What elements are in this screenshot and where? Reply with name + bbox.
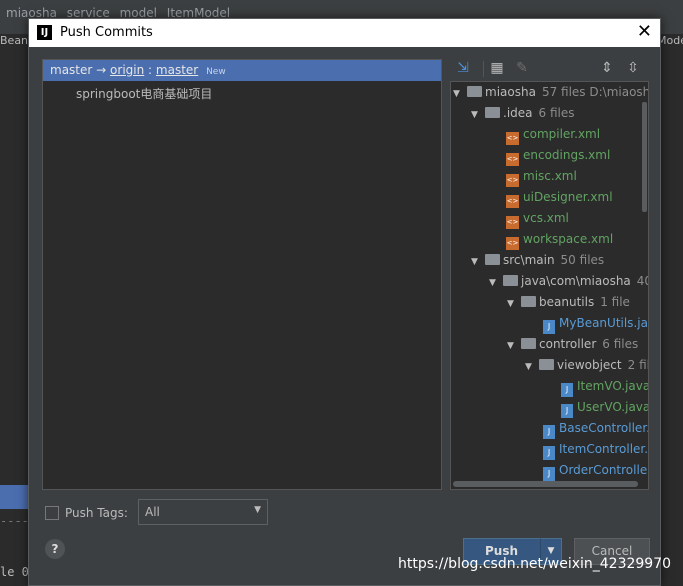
tree-file[interactable]: <> encodings.xml (506, 148, 610, 169)
expand-arrow-icon[interactable]: ▼ (507, 341, 521, 351)
collapse-changes-icon[interactable]: ⇲ (454, 59, 472, 77)
tree-file[interactable]: JMyBeanUtils.java (543, 316, 648, 337)
java-file-icon: J (543, 425, 555, 439)
arrow-icon: → (96, 63, 107, 77)
tags-dropdown[interactable]: All ▼ (138, 499, 268, 525)
close-icon[interactable]: ✕ (637, 22, 652, 42)
push-commits-dialog: IJ Push Commits ✕ master → origin : mast… (28, 18, 661, 586)
tree-node[interactable]: ▼java\com\miaosha40 (489, 274, 648, 295)
expand-arrow-icon[interactable]: ▼ (453, 89, 467, 99)
tree-file[interactable]: <> workspace.xml (506, 232, 613, 253)
tree-node[interactable]: ▼ controller 6 files (507, 337, 638, 358)
editor-tab-left[interactable]: Bean (0, 34, 28, 50)
tree-file[interactable]: J BaseController. (543, 421, 648, 442)
tree-file[interactable]: <> uiDesigner.xml (506, 190, 613, 211)
vertical-scrollbar[interactable] (642, 102, 647, 212)
remote-link[interactable]: origin (110, 63, 144, 77)
horizontal-scrollbar[interactable] (453, 481, 638, 487)
folder-icon (485, 107, 500, 118)
changed-files-tree: ▼ miaosha 57 files D:\miaosh ▼ .idea 6 files… (450, 81, 649, 490)
local-branch: master (50, 63, 93, 77)
java-file-icon: J (543, 320, 555, 334)
xml-file-icon: <> (506, 237, 519, 250)
tags-dropdown-value: All (145, 505, 160, 519)
target-branch-link[interactable]: master (156, 63, 198, 77)
folder-icon (521, 296, 536, 307)
folder-icon (485, 254, 500, 265)
new-badge: New (206, 67, 226, 77)
xml-file-icon: <> (506, 216, 519, 229)
tree-node[interactable]: ▼ viewobject 2 fil (525, 358, 648, 379)
tree-file[interactable]: J ItemController. (543, 442, 648, 463)
folder-icon (503, 275, 518, 286)
java-file-icon: J (543, 467, 555, 481)
xml-file-icon: <> (506, 174, 519, 187)
chevron-down-icon: ▼ (254, 505, 261, 515)
xml-file-icon: <> (506, 195, 519, 208)
folder-icon (539, 359, 554, 370)
separator: : (148, 63, 153, 77)
module-folder-icon (467, 86, 482, 97)
selected-line-highlight (0, 485, 28, 509)
checkbox-box[interactable] (45, 506, 59, 520)
tree-node[interactable]: ▼ .idea 6 files (471, 106, 575, 127)
push-tags-label: Push Tags: (65, 506, 128, 520)
tree-file[interactable]: <> misc.xml (506, 169, 577, 190)
java-file-icon: J (561, 383, 573, 397)
xml-file-icon: <> (506, 132, 519, 145)
edit-icon[interactable]: ✎ (513, 59, 531, 77)
expand-arrow-icon[interactable]: ▼ (471, 257, 485, 267)
tree-file[interactable]: J ItemVO.java (561, 379, 648, 400)
help-button[interactable]: ? (45, 539, 65, 559)
toolbar-divider (483, 61, 484, 77)
commits-panel: master → origin : master New springboot电… (42, 59, 442, 490)
tree-toolbar: ⇲ ▦ ✎ ⇕ ⇳ (451, 59, 647, 81)
watermark-text: https://blog.csdn.net/weixin_42329970 (398, 556, 672, 572)
expand-arrow-icon[interactable]: ▼ (525, 362, 539, 372)
expand-arrow-icon[interactable]: ▼ (507, 299, 521, 309)
dialog-titlebar[interactable]: IJ Push Commits ✕ (29, 19, 660, 47)
java-file-icon: J (561, 404, 573, 418)
collapse-all-icon[interactable]: ⇳ (624, 59, 642, 77)
intellij-icon: IJ (37, 25, 52, 40)
commit-item[interactable]: springboot电商基础项目 (76, 85, 212, 102)
expand-arrow-icon[interactable]: ▼ (489, 278, 503, 288)
tree-node[interactable]: ▼ src\main 50 files (471, 253, 604, 274)
expand-arrow-icon[interactable]: ▼ (471, 110, 485, 120)
dialog-title: Push Commits (60, 25, 153, 40)
tree-file[interactable]: J UserVO.java (561, 400, 648, 421)
group-by-icon[interactable]: ▦ (488, 59, 506, 77)
push-tags-checkbox[interactable]: Push Tags: (45, 505, 140, 523)
branch-row[interactable]: master → origin : master New (43, 60, 441, 81)
folder-icon (521, 338, 536, 349)
tree-file[interactable]: <> vcs.xml (506, 211, 569, 232)
tree-node[interactable]: ▼ beanutils 1 file (507, 295, 630, 316)
java-file-icon: J (543, 446, 555, 460)
chevron-down-icon: ▼ (547, 546, 555, 556)
console-text: le 0 (0, 565, 29, 579)
expand-all-icon[interactable]: ⇕ (598, 59, 616, 77)
tree-file[interactable]: <> compiler.xml (506, 127, 600, 148)
xml-file-icon: <> (506, 153, 519, 166)
tree-node[interactable]: ▼ miaosha 57 files D:\miaosh (453, 85, 648, 106)
